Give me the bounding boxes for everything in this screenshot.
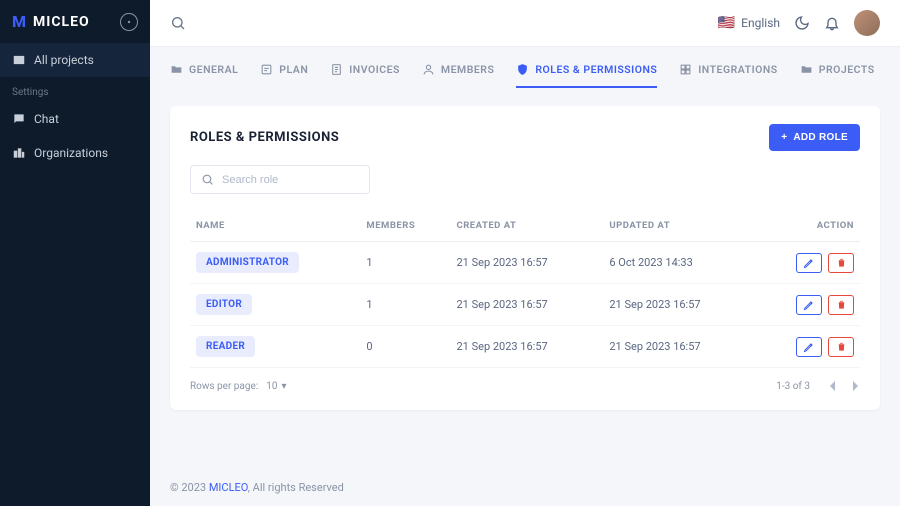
table-row: EDITOR121 Sep 2023 16:5721 Sep 2023 16:5… <box>190 284 860 326</box>
main-area: 🇺🇸 English GENERAL PLAN <box>150 0 900 506</box>
tab-label: INTEGRATIONS <box>698 63 777 76</box>
tab-label: INVOICES <box>349 63 400 76</box>
pagination: Rows per page: 10 ▾ 1-3 of 3 <box>190 368 860 392</box>
organizations-icon <box>12 146 26 160</box>
cell-updated: 21 Sep 2023 16:57 <box>603 326 756 368</box>
search-input[interactable] <box>222 174 359 186</box>
col-action: ACTION <box>756 210 860 242</box>
sidebar-item-chat[interactable]: Chat <box>0 102 150 136</box>
sidebar-item-all-projects[interactable]: All projects <box>0 43 150 77</box>
folder-icon <box>170 63 183 76</box>
logo-mark: M <box>12 12 27 31</box>
tab-roles-permissions[interactable]: ROLES & PERMISSIONS <box>516 63 657 88</box>
table-row: READER021 Sep 2023 16:5721 Sep 2023 16:5… <box>190 326 860 368</box>
rpp-select[interactable]: 10 ▾ <box>266 381 286 392</box>
role-chip[interactable]: ADMINISTRATOR <box>196 252 299 273</box>
projects-icon <box>12 53 26 67</box>
search-icon[interactable] <box>170 15 186 31</box>
table-row: ADMINISTRATOR 121 Sep 2023 16:576 Oct 202… <box>190 242 860 284</box>
cell-updated: 6 Oct 2023 14:33 <box>603 242 756 284</box>
col-updated[interactable]: UPDATED AT <box>603 210 756 242</box>
footer: © 2023 MICLEO, All rights Reserved <box>150 469 900 506</box>
role-chip[interactable]: READER <box>196 336 255 357</box>
tab-integrations[interactable]: INTEGRATIONS <box>679 63 777 88</box>
flag-icon: 🇺🇸 <box>718 15 735 31</box>
role-chip[interactable]: EDITOR <box>196 294 252 315</box>
tab-label: PLAN <box>279 63 308 76</box>
plan-icon <box>260 63 273 76</box>
avatar[interactable] <box>854 10 880 36</box>
delete-button[interactable] <box>828 337 854 357</box>
sidebar-collapse-icon[interactable] <box>120 13 138 31</box>
tab-plan[interactable]: PLAN <box>260 63 308 88</box>
page-range: 1-3 of 3 <box>776 381 810 392</box>
shield-icon <box>516 63 529 76</box>
brand-logo[interactable]: M MICLEO <box>12 12 90 31</box>
tab-label: ROLES & PERMISSIONS <box>535 63 657 76</box>
folder-icon <box>800 63 813 76</box>
footer-suffix: , All rights Reserved <box>248 481 344 494</box>
edit-button[interactable] <box>796 337 822 357</box>
brand-name: MICLEO <box>33 14 90 30</box>
tab-label: GENERAL <box>189 63 238 76</box>
panel-title: ROLES & PERMISSIONS <box>190 130 339 145</box>
search-icon <box>201 173 214 186</box>
tab-invoices[interactable]: INVOICES <box>330 63 400 88</box>
invoices-icon <box>330 63 343 76</box>
notifications-icon[interactable] <box>824 15 840 31</box>
cell-members: 0 <box>360 326 450 368</box>
col-name[interactable]: NAME <box>190 210 360 242</box>
cell-created: 21 Sep 2023 16:57 <box>450 326 603 368</box>
tab-label: PROJECTS <box>819 63 875 76</box>
next-page-button[interactable] <box>852 380 860 392</box>
brand-area: M MICLEO <box>0 0 150 43</box>
topbar: 🇺🇸 English <box>150 0 900 47</box>
edit-button[interactable] <box>796 253 822 273</box>
tab-members[interactable]: MEMBERS <box>422 63 494 88</box>
col-members[interactable]: MEMBERS <box>360 210 450 242</box>
language-label: English <box>741 16 780 30</box>
sidebar-item-label: All projects <box>34 53 94 67</box>
sidebar-item-label: Organizations <box>34 146 108 160</box>
tab-projects[interactable]: PROJECTS <box>800 63 875 88</box>
edit-button[interactable] <box>796 295 822 315</box>
add-role-label: ADD ROLE <box>793 132 848 143</box>
language-selector[interactable]: 🇺🇸 English <box>718 15 780 31</box>
delete-button[interactable] <box>828 253 854 273</box>
integrations-icon <box>679 63 692 76</box>
plus-icon: + <box>781 132 787 143</box>
add-role-button[interactable]: + ADD ROLE <box>769 124 860 151</box>
cell-members: 1 <box>360 284 450 326</box>
footer-brand-link[interactable]: MICLEO <box>209 481 248 494</box>
sidebar-item-label: Chat <box>34 112 59 126</box>
search-wrap[interactable] <box>190 165 370 194</box>
roles-panel: ROLES & PERMISSIONS + ADD ROLE NA <box>170 106 880 410</box>
tabs: GENERAL PLAN INVOICES MEMBERS ROLES & PE… <box>150 47 900 88</box>
cell-created: 21 Sep 2023 16:57 <box>450 242 603 284</box>
sidebar-item-organizations[interactable]: Organizations <box>0 136 150 170</box>
roles-table: NAME MEMBERS CREATED AT UPDATED AT ACTIO… <box>190 210 860 368</box>
tab-label: MEMBERS <box>441 63 494 76</box>
cell-updated: 21 Sep 2023 16:57 <box>603 284 756 326</box>
chat-icon <box>12 112 26 126</box>
col-created[interactable]: CREATED AT <box>450 210 603 242</box>
cell-created: 21 Sep 2023 16:57 <box>450 284 603 326</box>
rpp-value: 10 <box>266 381 277 392</box>
cell-members: 1 <box>360 242 450 284</box>
tab-general[interactable]: GENERAL <box>170 63 238 88</box>
footer-prefix: © 2023 <box>170 481 209 494</box>
prev-page-button[interactable] <box>828 380 836 392</box>
members-icon <box>422 63 435 76</box>
sidebar-section-settings: Settings <box>0 77 150 102</box>
rpp-label: Rows per page: <box>190 381 258 392</box>
sidebar: M MICLEO All projects Settings Chat Orga… <box>0 0 150 506</box>
delete-button[interactable] <box>828 295 854 315</box>
chevron-down-icon: ▾ <box>281 381 286 392</box>
theme-toggle-icon[interactable] <box>794 15 810 31</box>
